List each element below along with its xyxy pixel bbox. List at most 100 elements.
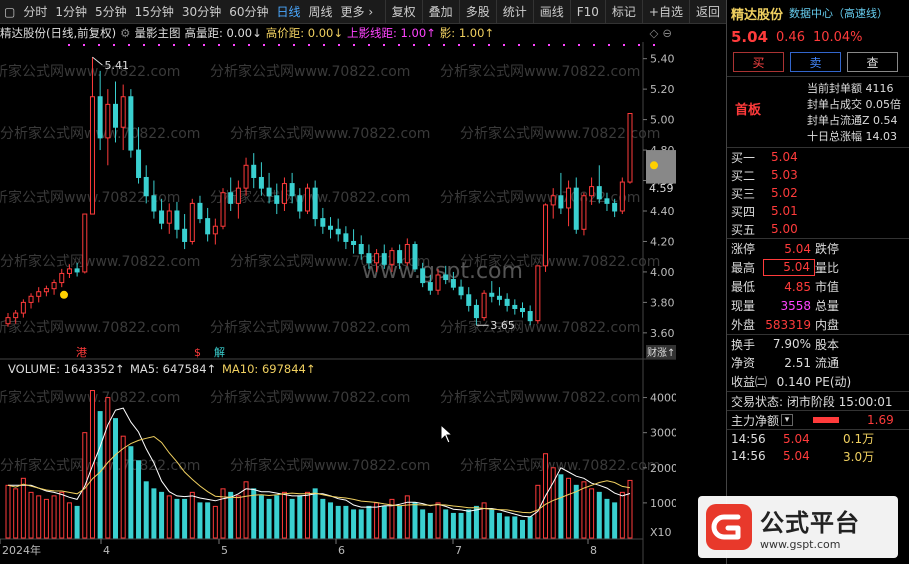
candle-body xyxy=(397,250,403,264)
candle-body xyxy=(527,311,533,322)
high-price-dist: 高价距: 0.00↓ xyxy=(265,26,344,40)
diamond-icon[interactable]: ◇ xyxy=(650,26,659,40)
volume-bar xyxy=(358,509,364,539)
indicator-infobar: 精达股份(日线,前复权) ⚙ 量影主图 高量距: 0.00↓ 高价距: 0.00… xyxy=(0,24,676,42)
tab-weekly[interactable]: 周线 xyxy=(305,0,337,24)
signal-dot xyxy=(428,44,430,46)
draw-line-button[interactable]: 画线 xyxy=(532,0,570,24)
yellow-signal-dot xyxy=(650,161,658,170)
stats-row: 换手 7.90% 股本 xyxy=(727,334,909,353)
candle-body xyxy=(543,204,549,267)
collapse-icon[interactable]: ⊖ xyxy=(662,26,672,40)
limit-up-board: 首板 当前封单额 4116 封单占成交 0.05倍 封单占流通Z 0.54 十日… xyxy=(727,76,909,148)
x-tick-label: 8 xyxy=(590,544,597,557)
volume-bar xyxy=(89,390,95,539)
candle-body xyxy=(36,291,42,297)
signal-dot xyxy=(308,44,310,46)
candle-body xyxy=(489,292,495,297)
overlay-button[interactable]: 叠加 xyxy=(421,0,459,24)
candle-body xyxy=(420,268,426,284)
tab-more[interactable]: 更多 › xyxy=(337,0,378,24)
signal-dot xyxy=(203,44,205,46)
buy-button[interactable]: 买 xyxy=(733,52,784,72)
order-book-row[interactable]: 买四 5.01 xyxy=(727,202,909,220)
last-price: 5.04 xyxy=(731,28,769,46)
mouse-cursor-icon xyxy=(440,424,454,444)
signal-dot xyxy=(233,44,235,46)
candlestick-chart[interactable]: 分析家公式网www.70822.com 分析家公式网www.70822.com 分析… xyxy=(0,42,676,360)
legend-ma5: MA5: 647584↑ xyxy=(130,362,216,376)
volume-bar xyxy=(120,435,126,539)
volume-bar xyxy=(604,498,610,539)
tab-1min[interactable]: 1分钟 xyxy=(51,0,91,24)
settings-icon[interactable]: ⚙ xyxy=(120,26,130,40)
stats-row: 涨停 5.04 跌停 xyxy=(731,241,840,257)
order-book-row[interactable]: 买三 5.02 xyxy=(727,184,909,202)
volume-bar xyxy=(205,502,211,539)
mark-button[interactable]: 标记 xyxy=(604,0,642,24)
volume-bar xyxy=(235,495,241,539)
volume-bar xyxy=(527,516,533,539)
volume-chart[interactable]: VOLUME: 1643352↑ MA5: 647584↑ MA10: 697844… xyxy=(0,360,676,564)
tab-daily[interactable]: 日线 xyxy=(272,0,304,24)
volume-bar xyxy=(197,502,203,539)
mode-label[interactable]: 量影主图 xyxy=(134,25,180,41)
candle-body xyxy=(404,244,410,264)
tab-5min[interactable]: 5分钟 xyxy=(91,0,131,24)
candle-body xyxy=(258,176,264,189)
y-tick-label: 4.20 xyxy=(650,235,675,248)
volume-bar xyxy=(366,505,372,539)
watermark-text: 分析家公式网www.70822.com xyxy=(230,457,430,474)
candle-body xyxy=(266,187,272,197)
toolbar-check-icon[interactable]: ▢ xyxy=(0,0,19,24)
y-tick-label: 10000 xyxy=(650,497,676,510)
volume-bar xyxy=(412,502,418,539)
candle-body xyxy=(558,195,564,209)
query-button[interactable]: 查 xyxy=(847,52,898,72)
statistics-button[interactable]: 统计 xyxy=(495,0,533,24)
order-book-row[interactable]: 买一 5.04 xyxy=(727,148,909,166)
data-center-link[interactable]: 数据中心（高速线） xyxy=(789,5,888,21)
x-tick-label: 7 xyxy=(455,544,462,557)
dropdown-icon[interactable]: ▾ xyxy=(781,414,794,426)
legend-ma10: MA10: 697844↑ xyxy=(222,362,316,376)
x-tick-label: 5 xyxy=(221,544,228,557)
candle-body xyxy=(328,225,334,230)
watermark-text: 分析家公式网www.70822.com xyxy=(230,125,430,142)
f10-button[interactable]: F10 xyxy=(569,0,605,24)
volume-bar xyxy=(289,498,295,539)
sell-button[interactable]: 卖 xyxy=(790,52,841,72)
stats-row: 最高 5.04 量比 xyxy=(731,259,840,276)
main-flow-bar xyxy=(813,417,840,423)
volume-bar xyxy=(220,488,226,539)
volume-bar xyxy=(512,516,518,539)
volume-bar xyxy=(519,519,525,539)
board-label: 首板 xyxy=(735,103,762,118)
candle-body xyxy=(51,282,57,290)
volume-bar xyxy=(166,495,172,539)
stats-row: 现量 3558 总量 xyxy=(731,298,840,314)
multi-stock-button[interactable]: 多股 xyxy=(458,0,496,24)
watermark-text: 分析家公式网www.70822.com xyxy=(210,319,410,336)
y-tick-label: 5.40 xyxy=(650,53,675,66)
tab-30min[interactable]: 30分钟 xyxy=(178,0,225,24)
tab-60min[interactable]: 60分钟 xyxy=(225,0,272,24)
back-button[interactable]: 返回 xyxy=(688,0,726,24)
volume-bar xyxy=(59,491,65,539)
candle-body xyxy=(481,292,487,319)
order-book-row[interactable]: 买五 5.00 xyxy=(727,220,909,238)
x-tick-label: 6 xyxy=(338,544,345,557)
candle-body xyxy=(43,288,49,293)
tab-15min[interactable]: 15分钟 xyxy=(131,0,178,24)
price-change-pct: 10.04% xyxy=(812,29,863,45)
candle-body xyxy=(28,295,34,303)
board-line: 十日总涨幅 14.03 xyxy=(807,130,897,143)
order-book-row[interactable]: 买二 5.03 xyxy=(727,166,909,184)
y-unit-label: X10 xyxy=(650,526,672,539)
volume-bar xyxy=(343,505,349,539)
restore-rights-button[interactable]: 复权 xyxy=(384,0,422,24)
volume-bar xyxy=(450,512,456,539)
candle-body xyxy=(174,210,180,230)
add-watchlist-button[interactable]: +自选 xyxy=(641,0,689,24)
tab-fenshi[interactable]: 分时 xyxy=(19,0,51,24)
